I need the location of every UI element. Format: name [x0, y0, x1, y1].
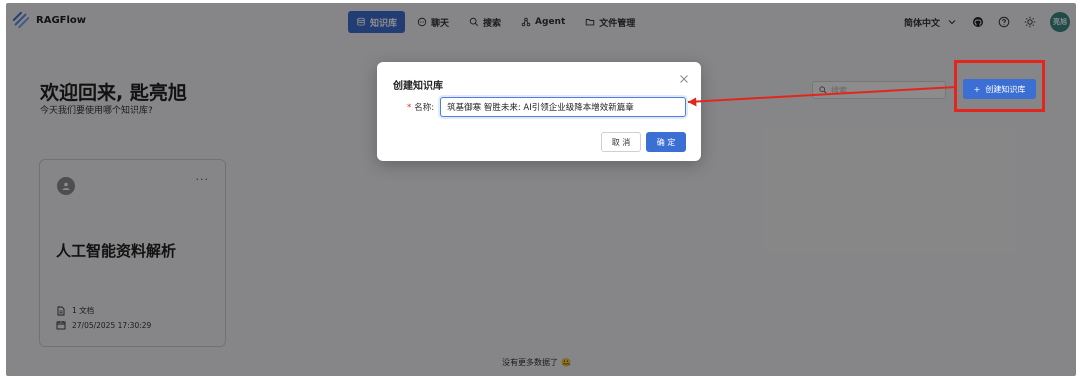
ok-button[interactable]: 确 定: [646, 132, 686, 152]
required-asterisk: *: [407, 103, 412, 113]
name-label-text: 名称:: [414, 103, 435, 113]
annotation-highlight-box: [954, 60, 1045, 112]
close-icon[interactable]: [679, 74, 689, 84]
knowledge-base-name-input[interactable]: [440, 97, 687, 117]
cancel-button[interactable]: 取 消: [601, 132, 641, 152]
modal-backdrop[interactable]: [6, 3, 1076, 376]
dialog-title: 创建知识库: [393, 81, 443, 92]
name-field-label: * 名称:: [407, 101, 434, 113]
create-knowledge-base-dialog: 创建知识库 *名称: 取 消 确 定: [377, 62, 701, 161]
app-window: RAGFlow 知识库 聊天 搜索 Agent 文件管理 简体中文 亮旭 欢迎回…: [6, 3, 1076, 376]
name-field-row: * 名称:: [407, 97, 687, 117]
